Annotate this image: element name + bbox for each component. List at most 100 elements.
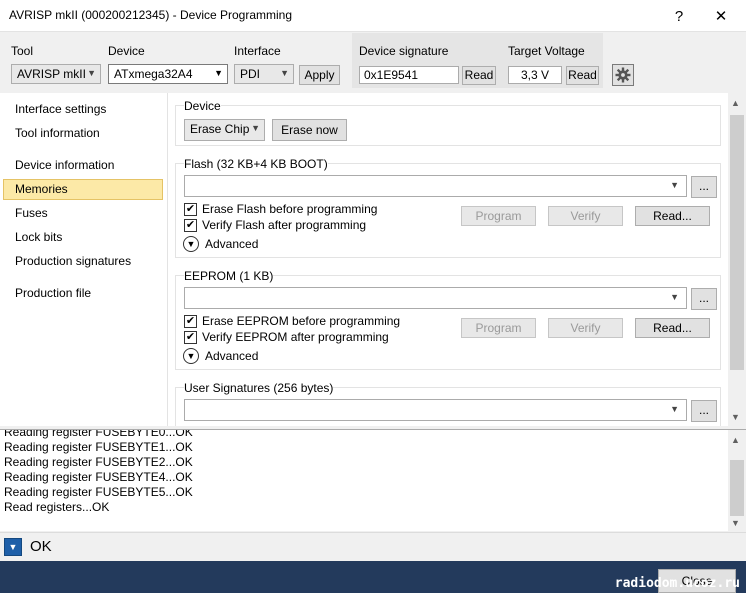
- chevron-down-icon: ▼: [87, 68, 96, 78]
- apply-button[interactable]: Apply: [299, 65, 340, 85]
- eeprom-file-select[interactable]: ▼: [184, 287, 687, 309]
- erase-now-button[interactable]: Erase now: [272, 119, 347, 141]
- log-line: Reading register FUSEBYTE5...OK: [4, 485, 193, 499]
- eeprom-program-button[interactable]: Program: [461, 318, 536, 338]
- erase-eeprom-checkbox[interactable]: ✔ Erase EEPROM before programming: [184, 313, 400, 329]
- interface-select[interactable]: PDI ▼: [234, 64, 294, 84]
- gear-icon: [615, 67, 631, 83]
- status-text: OK: [30, 538, 52, 555]
- device-label: Device: [108, 44, 145, 58]
- device-select[interactable]: ATxmega32A4 ▼: [108, 64, 228, 84]
- checkmark-icon: ✔: [184, 314, 197, 328]
- erase-flash-checkbox[interactable]: ✔ Erase Flash before programming: [184, 201, 377, 217]
- interface-select-value: PDI: [240, 67, 261, 81]
- sidebar-item-production-file[interactable]: Production file: [3, 283, 163, 304]
- eeprom-advanced-toggle[interactable]: ▼ Advanced: [183, 347, 258, 365]
- device-select-value: ATxmega32A4: [114, 67, 193, 81]
- chevron-down-icon: ▼: [214, 68, 223, 78]
- log-line: Read registers...OK: [4, 500, 110, 514]
- scroll-up-icon[interactable]: ▲: [731, 98, 740, 108]
- log-line: Reading register FUSEBYTE0...OK: [4, 429, 193, 439]
- flash-browse-button[interactable]: ...: [691, 176, 717, 198]
- sidebar-item-tool-information[interactable]: Tool information: [3, 123, 163, 144]
- watermark: radiodom.ucoz.ru: [614, 576, 740, 591]
- scroll-up-icon[interactable]: ▲: [731, 435, 740, 445]
- user-signatures-group-title: User Signatures (256 bytes): [184, 381, 334, 395]
- chevron-down-icon: ▼: [183, 348, 199, 364]
- flash-advanced-label: Advanced: [205, 237, 259, 251]
- verify-flash-checkbox[interactable]: ✔ Verify Flash after programming: [184, 217, 366, 233]
- memories-panel: Device Erase Chip ▼ Erase now Flash (32 …: [168, 93, 728, 426]
- expand-log-button[interactable]: ▼: [4, 538, 22, 556]
- flash-group: Flash (32 KB+4 KB BOOT) ▼ ... ✔ Erase Fl…: [175, 157, 721, 258]
- chevron-down-icon: ▼: [280, 68, 289, 78]
- verify-flash-label: Verify Flash after programming: [202, 218, 367, 232]
- chevron-down-icon: ▼: [670, 404, 679, 414]
- scrollbar-thumb[interactable]: [730, 115, 744, 370]
- verify-eeprom-label: Verify EEPROM after programming: [202, 330, 389, 344]
- scroll-down-icon[interactable]: ▼: [731, 412, 740, 422]
- sidebar-item-interface-settings[interactable]: Interface settings: [3, 99, 163, 120]
- flash-group-title: Flash (32 KB+4 KB BOOT): [184, 157, 328, 171]
- tool-select-value: AVRISP mkII: [17, 67, 86, 81]
- target-voltage-field[interactable]: 3,3 V: [508, 66, 562, 84]
- flash-advanced-toggle[interactable]: ▼ Advanced: [183, 235, 258, 253]
- log-line: Reading register FUSEBYTE2...OK: [4, 455, 193, 469]
- eeprom-browse-button[interactable]: ...: [691, 288, 717, 310]
- user-signatures-browse-button[interactable]: ...: [691, 400, 717, 422]
- user-signatures-group: User Signatures (256 bytes) ▼ ...: [175, 381, 721, 426]
- sidebar-item-device-information[interactable]: Device information: [3, 155, 163, 176]
- device-signature-label: Device signature: [359, 44, 449, 58]
- user-signatures-file-select[interactable]: ▼: [184, 399, 687, 421]
- window-title: AVRISP mkII (000200212345) - Device Prog…: [9, 8, 293, 22]
- signature-panel: Device signature 0x1E9541 Read Target Vo…: [352, 33, 603, 88]
- checkmark-icon: ✔: [184, 330, 197, 344]
- chevron-down-icon: ▼: [8, 542, 18, 552]
- verify-eeprom-checkbox[interactable]: ✔ Verify EEPROM after programming: [184, 329, 389, 345]
- sidebar-item-production-signatures[interactable]: Production signatures: [3, 251, 163, 272]
- erase-mode-value: Erase Chip: [190, 122, 250, 136]
- scrollbar-thumb[interactable]: [730, 460, 744, 516]
- device-signature-field[interactable]: 0x1E9541: [359, 66, 459, 84]
- sidebar-item-memories[interactable]: Memories: [3, 179, 163, 200]
- flash-file-select[interactable]: ▼: [184, 175, 687, 197]
- tool-label: Tool: [11, 44, 34, 58]
- eeprom-verify-button[interactable]: Verify: [548, 318, 623, 338]
- sidebar-item-lock-bits[interactable]: Lock bits: [3, 227, 163, 248]
- checkmark-icon: ✔: [184, 218, 197, 232]
- target-voltage-label: Target Voltage: [508, 44, 585, 58]
- eeprom-group-title: EEPROM (1 KB): [184, 269, 274, 283]
- log-line: Reading register FUSEBYTE1...OK: [4, 440, 193, 454]
- device-group: Device Erase Chip ▼ Erase now: [175, 99, 721, 146]
- status-bar: ▼ OK: [0, 532, 746, 560]
- scroll-down-icon[interactable]: ▼: [731, 518, 740, 528]
- toolbar: Tool AVRISP mkII ▼ Device ATxmega32A4 ▼ …: [0, 33, 746, 90]
- erase-eeprom-label: Erase EEPROM before programming: [202, 314, 401, 328]
- voltage-read-button[interactable]: Read: [566, 66, 599, 85]
- flash-read-button[interactable]: Read...: [635, 206, 710, 226]
- eeprom-read-button[interactable]: Read...: [635, 318, 710, 338]
- flash-verify-button[interactable]: Verify: [548, 206, 623, 226]
- interface-label: Interface: [234, 44, 281, 58]
- help-button[interactable]: ?: [658, 0, 700, 32]
- log-line: Reading register FUSEBYTE4...OK: [4, 470, 193, 484]
- bottom-bar: Close radiodom.ucoz.ru: [0, 561, 746, 593]
- output-log: Reading register FUSEBYTE0...OK Reading …: [0, 429, 746, 531]
- chevron-down-icon: ▼: [670, 180, 679, 190]
- tool-select[interactable]: AVRISP mkII ▼: [11, 64, 101, 84]
- erase-mode-select[interactable]: Erase Chip ▼: [184, 119, 265, 141]
- signature-read-button[interactable]: Read: [462, 66, 496, 85]
- flash-program-button[interactable]: Program: [461, 206, 536, 226]
- erase-flash-label: Erase Flash before programming: [202, 202, 378, 216]
- chevron-down-icon: ▼: [251, 123, 260, 133]
- sidebar: Interface settings Tool information Devi…: [0, 93, 168, 426]
- settings-button[interactable]: [612, 64, 634, 86]
- content-scrollbar[interactable]: ▲ ▼: [728, 93, 746, 426]
- eeprom-advanced-label: Advanced: [205, 349, 259, 363]
- sidebar-item-fuses[interactable]: Fuses: [3, 203, 163, 224]
- log-scrollbar[interactable]: ▲ ▼: [728, 430, 746, 531]
- chevron-down-icon: ▼: [670, 292, 679, 302]
- close-window-button[interactable]: ✕: [700, 0, 742, 32]
- eeprom-group: EEPROM (1 KB) ▼ ... ✔ Erase EEPROM befor…: [175, 269, 721, 370]
- device-group-title: Device: [184, 99, 221, 113]
